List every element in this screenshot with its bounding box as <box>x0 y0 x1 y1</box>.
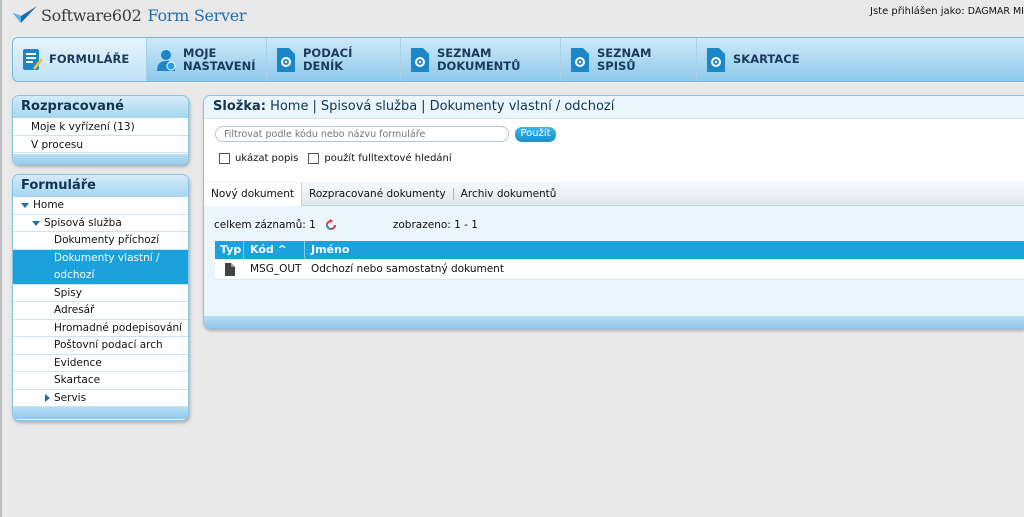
logged-in-user: Jste přihlášen jako: DAGMAR MILI <box>870 6 1024 17</box>
tab-new-document[interactable]: Nový dokument <box>204 182 303 206</box>
nav-document-list-label: SEZNAM DOKUMENTŮ <box>437 45 521 73</box>
tree-item-label: Adresář <box>54 304 95 316</box>
breadcrumb-item-records-service[interactable]: Spisová služba <box>321 99 417 114</box>
tree-item-address-book[interactable]: Adresář <box>13 302 188 320</box>
tree-item-home[interactable]: Home <box>13 197 188 215</box>
logo-check-icon <box>13 6 37 23</box>
nav-file-list-label: SEZNAM SPISŮ <box>597 45 652 73</box>
filter-input[interactable] <box>215 126 509 142</box>
tree-item-service[interactable]: Servis <box>13 390 188 407</box>
nav-submission-journal-label: PODACÍ DENÍK <box>303 45 353 73</box>
main-content: Složka: Home | Spisová služba | Dokumenty vl… <box>203 95 1024 329</box>
tree-item-postal-sheet[interactable]: Poštovní podací arch <box>13 337 188 355</box>
tree-item-bulk-signing[interactable]: Hromadné podepisování <box>13 320 188 337</box>
tree-item-files[interactable]: Spisy <box>13 285 188 302</box>
filter-options: ukázat popis použít fulltextové hledání <box>219 153 452 164</box>
tree-item-label: Spisová služba <box>44 216 122 229</box>
tree-item-label: Evidence <box>54 356 102 369</box>
main-nav: FORMULÁŘE MOJE NASTAVENÍ PODACÍ DENÍK SE… <box>12 37 1024 82</box>
table-header: Typ Kód ^ Jméno <box>215 241 1024 259</box>
tree-item-label: Skartace <box>54 374 101 386</box>
tab-document-archive[interactable]: Archiv dokumentů <box>454 188 564 200</box>
tree-item-label: Poštovní podací arch <box>54 339 163 351</box>
tree-item-shredding[interactable]: Skartace <box>13 372 188 390</box>
drafts-panel: Rozpracované Moje k vyřízení (13) V proc… <box>12 95 189 165</box>
fulltext-search-label: použít fulltextové hledání <box>324 153 452 164</box>
user-name: DAGMAR MILI <box>967 6 1024 17</box>
drafts-item-in-process[interactable]: V procesu <box>13 136 188 153</box>
column-header-type[interactable]: Typ <box>215 241 244 259</box>
document-icon <box>225 263 235 276</box>
shown-records: zobrazeno: 1 - 1 <box>392 219 478 231</box>
document-gear-icon <box>411 47 429 72</box>
breadcrumb-item-home[interactable]: Home <box>270 99 308 114</box>
nav-my-settings[interactable]: MOJE NASTAVENÍ <box>147 38 267 81</box>
app-logo[interactable]: Software602 Form Server <box>12 2 247 28</box>
nav-shredding[interactable]: SKARTACE <box>697 38 817 81</box>
refresh-icon[interactable] <box>325 219 337 231</box>
filter-area: Použít ukázat popis použít fulltextové h… <box>204 118 1024 182</box>
nav-submission-journal[interactable]: PODACÍ DENÍK <box>267 38 401 81</box>
document-gear-icon <box>277 47 295 72</box>
tree-item-label: Servis <box>54 391 87 404</box>
content-footer <box>204 316 1024 328</box>
row-code: MSG_OUT <box>250 263 302 275</box>
tree-item-label: Hromadné podepisování <box>54 321 183 334</box>
nav-document-list[interactable]: SEZNAM DOKUMENTŮ <box>401 38 561 81</box>
column-header-code[interactable]: Kód ^ <box>244 241 305 259</box>
form-icon <box>23 48 43 70</box>
expanded-arrow-icon[interactable] <box>21 203 29 208</box>
panel-footer <box>13 154 188 164</box>
record-count: celkem záznamů: 1 zobrazeno: 1 - 1 <box>214 219 478 231</box>
tab-draft-documents[interactable]: Rozpracované dokumenty <box>302 188 454 200</box>
nav-forms-label: FORMULÁŘE <box>49 52 130 66</box>
logo-product: Form Server <box>147 5 247 25</box>
total-records: celkem záznamů: 1 <box>214 219 316 231</box>
documents-table: Typ Kód ^ Jméno MSG_OUT Odchozí nebo sam… <box>215 241 1024 280</box>
tree-item-label: Dokumenty příchozí <box>54 234 160 246</box>
expanded-arrow-icon[interactable] <box>32 220 40 226</box>
table-row[interactable]: MSG_OUT Odchozí nebo samostatný dokument <box>215 259 1024 280</box>
breadcrumb-separator: | <box>421 99 426 114</box>
row-type <box>215 259 244 279</box>
window-edge <box>0 0 2 517</box>
nav-forms[interactable]: FORMULÁŘE <box>13 38 147 81</box>
drafts-panel-title: Rozpracované <box>13 96 188 118</box>
forms-panel-title: Formuláře <box>13 175 188 197</box>
nav-my-settings-label: MOJE NASTAVENÍ <box>183 45 256 73</box>
tree-item-evidence[interactable]: Evidence <box>13 355 188 372</box>
nav-file-list[interactable]: SEZNAM SPISŮ <box>561 38 697 81</box>
user-icon <box>157 49 176 71</box>
drafts-item-my-tasks[interactable]: Moje k vyřízení (13) <box>13 118 188 136</box>
user-prefix: Jste přihlášen jako: <box>870 6 965 17</box>
tree-item-records-service[interactable]: Spisová služba <box>13 215 188 232</box>
row-name[interactable]: Odchozí nebo samostatný dokument <box>305 259 1024 279</box>
results-area: celkem záznamů: 1 zobrazeno: 1 - 1 Typ K… <box>204 207 1024 317</box>
show-description-label: ukázat popis <box>235 153 299 164</box>
fulltext-search-checkbox[interactable] <box>308 153 320 164</box>
column-header-name[interactable]: Jméno <box>305 241 1024 259</box>
document-gear-icon <box>571 47 589 72</box>
collapsed-arrow-icon[interactable] <box>45 393 50 402</box>
tree-item-own-outgoing-documents[interactable]: Dokumenty vlastní / odchozí <box>13 249 188 285</box>
breadcrumb: Složka: Home | Spisová služba | Dokumenty vl… <box>213 99 614 114</box>
tree-item-label: Home <box>33 199 65 211</box>
logo-brand: Software602 <box>41 5 142 25</box>
document-gear-icon <box>707 47 725 72</box>
breadcrumb-label: Složka: <box>213 99 266 114</box>
panel-footer <box>13 407 188 419</box>
tree-item-incoming-documents[interactable]: Dokumenty příchozí <box>13 232 188 250</box>
nav-shredding-label: SKARTACE <box>733 52 800 66</box>
tree-item-label: Dokumenty vlastní / odchozí <box>54 251 160 281</box>
tree-item-label: Spisy <box>54 286 82 299</box>
breadcrumb-item-current: Dokumenty vlastní / odchozí <box>429 99 615 114</box>
document-tabs: Nový dokument Rozpracované dokumenty Arc… <box>204 182 1024 206</box>
forms-panel: Formuláře Home Spisová služba Dokumenty … <box>12 174 189 421</box>
apply-filter-button[interactable]: Použít <box>515 127 556 142</box>
show-description-checkbox[interactable] <box>219 153 230 164</box>
breadcrumb-separator: | <box>312 99 317 114</box>
